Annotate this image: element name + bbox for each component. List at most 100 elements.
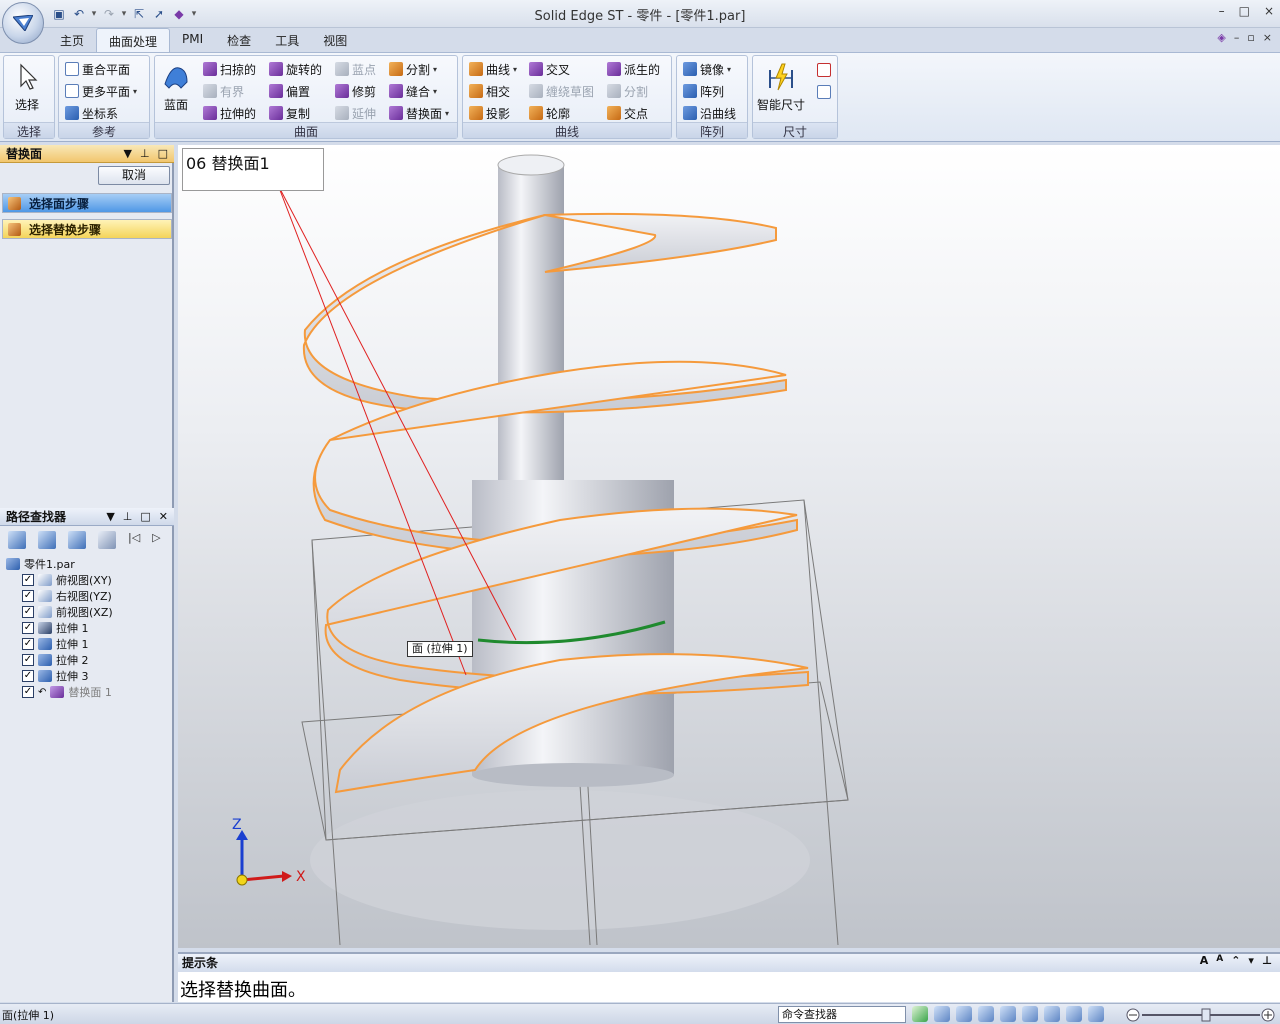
select-tool-icon[interactable]: ⇱ xyxy=(130,5,148,23)
tab-inspect[interactable]: 检查 xyxy=(215,28,263,52)
graphics-viewport[interactable]: Z X xyxy=(178,145,1280,948)
dimension-option-2-button[interactable] xyxy=(817,82,831,102)
project-button[interactable]: 投影 xyxy=(469,103,510,123)
tree-item[interactable]: ✓ 拉伸 3 xyxy=(0,668,174,684)
visibility-checkbox[interactable]: ✓ xyxy=(22,574,34,586)
more-planes-button[interactable]: 更多平面 ▾ xyxy=(65,81,137,101)
coordinate-system-button[interactable]: 坐标系 xyxy=(65,103,118,123)
part-icon[interactable]: ◆ xyxy=(170,5,188,23)
visibility-checkbox[interactable]: ✓ xyxy=(22,654,34,666)
visibility-checkbox[interactable]: ✓ xyxy=(22,590,34,602)
tab-pmi[interactable]: PMI xyxy=(170,28,215,52)
tree-root[interactable]: 零件1.par xyxy=(0,556,174,572)
trim-button[interactable]: 修剪 xyxy=(335,81,376,101)
model-view[interactable] xyxy=(178,145,1280,948)
doc-restore-button[interactable]: ▫ xyxy=(1247,31,1254,44)
pathfinder-close-icon[interactable]: ✕ xyxy=(159,508,168,526)
tab-surfacing[interactable]: 曲面处理 xyxy=(96,28,171,52)
panel-pin-icon[interactable]: ⊥ xyxy=(140,145,150,163)
undo-dropdown-icon[interactable]: ▾ xyxy=(90,9,98,19)
along-curve-button[interactable]: 沿曲线 xyxy=(683,103,736,123)
select-button[interactable]: 选择 xyxy=(12,62,42,113)
visibility-checkbox[interactable]: ✓ xyxy=(22,622,34,634)
command-finder-input[interactable]: 命令查找器 xyxy=(778,1006,906,1023)
tree-item[interactable]: ✓ 俯视图(XY) xyxy=(0,572,174,588)
refresh-icon[interactable] xyxy=(912,1006,928,1022)
rotate-icon[interactable] xyxy=(1022,1006,1038,1022)
tab-view[interactable]: 视图 xyxy=(311,28,359,52)
assembly-icon[interactable] xyxy=(68,531,86,549)
customize-qat-icon[interactable]: ▾ xyxy=(190,9,198,19)
visibility-checkbox[interactable]: ✓ xyxy=(22,638,34,650)
help-icon[interactable]: ◈ xyxy=(1217,31,1225,44)
pan-icon[interactable] xyxy=(1000,1006,1016,1022)
zoom-slider[interactable] xyxy=(1126,1008,1276,1022)
view-orient-icon[interactable] xyxy=(1044,1006,1060,1022)
application-button[interactable] xyxy=(2,2,44,44)
visibility-checkbox[interactable]: ✓ xyxy=(22,606,34,618)
maximize-button[interactable]: □ xyxy=(1239,4,1250,18)
curve-button[interactable]: 曲线 ▾ xyxy=(469,59,517,79)
extruded-button[interactable]: 拉伸的 xyxy=(203,103,256,123)
stitch-button[interactable]: 缝合 ▾ xyxy=(389,81,437,101)
doc-minimize-button[interactable]: – xyxy=(1234,31,1240,44)
panel-dropdown-icon[interactable]: ▼ xyxy=(124,145,132,163)
cancel-button[interactable]: 取消 xyxy=(98,166,170,185)
prompt-dropdown-button[interactable]: ▾ xyxy=(1248,954,1254,967)
revolved-button[interactable]: 旋转的 xyxy=(269,59,322,79)
nav-left-icon[interactable]: |◁ xyxy=(128,531,140,549)
split-button[interactable]: 分割 ▾ xyxy=(389,59,437,79)
coincident-plane-button[interactable]: 重合平面 xyxy=(65,59,130,79)
zoom-area-icon[interactable] xyxy=(934,1006,950,1022)
undo-icon[interactable]: ↶ xyxy=(70,5,88,23)
tree-item[interactable]: ✓ 右视图(YZ) xyxy=(0,588,174,604)
wrap-sketch-button[interactable]: 缠绕草图 xyxy=(529,81,594,101)
tree-item[interactable]: ✓ 拉伸 1 xyxy=(0,620,174,636)
view-style-icon[interactable] xyxy=(1088,1006,1104,1022)
dimension-option-1-button[interactable] xyxy=(817,60,831,80)
panel-float-icon[interactable]: □ xyxy=(158,145,168,163)
font-increase-button[interactable]: A xyxy=(1200,954,1209,967)
visibility-checkbox[interactable]: ✓ xyxy=(22,686,34,698)
tree-item[interactable]: ✓ ↶ 替换面 1 xyxy=(0,684,174,700)
close-button[interactable]: × xyxy=(1264,4,1274,18)
bluesurf-button[interactable]: 蓝面 xyxy=(161,62,191,113)
pathfinder-dropdown-icon[interactable]: ▼ xyxy=(106,508,114,526)
save-icon[interactable]: ▣ xyxy=(50,5,68,23)
redo-dropdown-icon[interactable]: ▾ xyxy=(120,9,128,19)
swept-button[interactable]: 扫掠的 xyxy=(203,59,256,79)
bluedot-button[interactable]: 蓝点 xyxy=(335,59,376,79)
bounded-button[interactable]: 有界 xyxy=(203,81,244,101)
zoom-icon[interactable] xyxy=(956,1006,972,1022)
select-face-step[interactable]: 选择面步骤 xyxy=(2,193,172,213)
tree-item[interactable]: ✓ 拉伸 2 xyxy=(0,652,174,668)
smart-dimension-button[interactable]: 智能尺寸 xyxy=(757,62,805,113)
copy-button[interactable]: 复制 xyxy=(269,103,310,123)
collapse-button[interactable]: ⌃ xyxy=(1231,954,1240,967)
feature-list-icon[interactable] xyxy=(38,531,56,549)
shading-icon[interactable] xyxy=(1066,1006,1082,1022)
contour-button[interactable]: 轮廓 xyxy=(529,103,570,123)
pattern-button[interactable]: 阵列 xyxy=(683,81,724,101)
nav-right-icon[interactable]: ▷ xyxy=(152,531,160,549)
select-replacement-step[interactable]: 选择替换步骤 xyxy=(2,219,172,239)
cross-button[interactable]: 交叉 xyxy=(529,59,570,79)
mirror-button[interactable]: 镜像 ▾ xyxy=(683,59,731,79)
font-decrease-button[interactable]: A xyxy=(1216,954,1223,967)
tree-item[interactable]: ✓ 前视图(XZ) xyxy=(0,604,174,620)
tab-home[interactable]: 主页 xyxy=(48,28,96,52)
cursor-icon[interactable]: ➚ xyxy=(150,5,168,23)
doc-close-button[interactable]: × xyxy=(1263,31,1272,44)
intersection-point-button[interactable]: 交点 xyxy=(607,103,648,123)
tab-tools[interactable]: 工具 xyxy=(263,28,311,52)
layers-icon[interactable] xyxy=(98,531,116,549)
replace-face-button[interactable]: 替换面 ▾ xyxy=(389,103,449,123)
intersect-button[interactable]: 相交 xyxy=(469,81,510,101)
redo-icon[interactable]: ↷ xyxy=(100,5,118,23)
pathfinder-float-icon[interactable]: □ xyxy=(140,508,150,526)
minimize-button[interactable]: – xyxy=(1219,4,1225,18)
feature-tree-icon[interactable] xyxy=(8,531,26,549)
curve-split-button[interactable]: 分割 xyxy=(607,81,648,101)
visibility-checkbox[interactable]: ✓ xyxy=(22,670,34,682)
offset-button[interactable]: 偏置 xyxy=(269,81,310,101)
